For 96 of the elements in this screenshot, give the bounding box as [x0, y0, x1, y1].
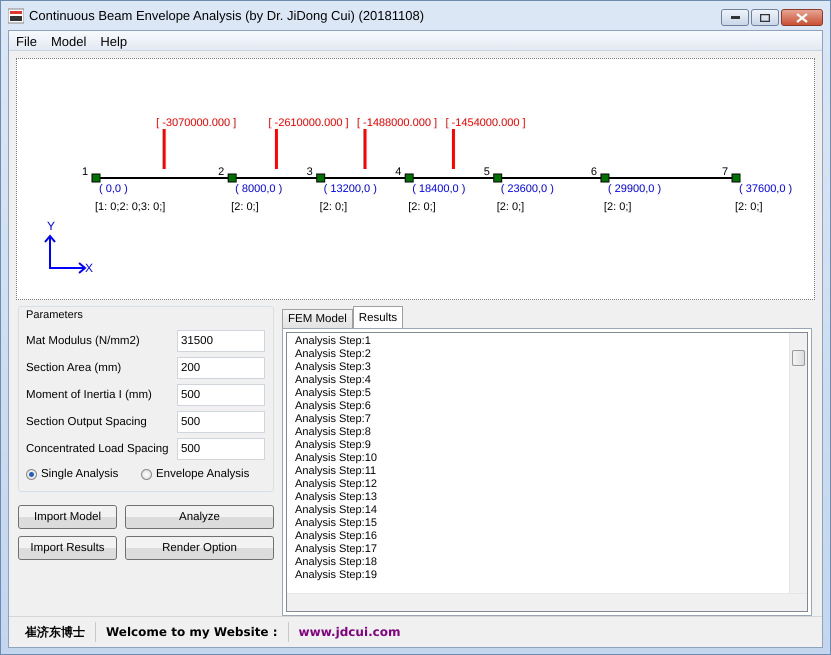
node-marker	[316, 174, 326, 182]
load-bar	[162, 129, 166, 169]
node-coordinate: ( 0,0 )	[99, 183, 128, 195]
tab[interactable]: FEM Model	[282, 309, 353, 328]
node-number: 4	[395, 166, 402, 178]
result-line: Analysis Step:11	[295, 465, 378, 478]
minimize-button[interactable]	[721, 9, 749, 26]
app-icon	[8, 8, 24, 24]
result-line: Analysis Step:12	[295, 478, 378, 491]
load-value: [ -1488000.000 ]	[356, 117, 438, 129]
field-label: Section Output Spacing	[26, 416, 148, 428]
field-label: Concentrated Load Spacing	[26, 442, 170, 454]
node-number: 1	[82, 166, 88, 178]
node-marker	[92, 174, 100, 182]
close-button[interactable]	[781, 9, 823, 26]
result-line: Analysis Step:15	[295, 517, 378, 530]
node-number: 7	[722, 166, 728, 178]
node-coordinate: ( 13200,0 )	[324, 183, 377, 195]
action-button[interactable]: Analyze	[125, 505, 274, 529]
maximize-icon	[760, 14, 770, 22]
radio-option[interactable]: Single Analysis	[26, 468, 141, 480]
node-restraint: [2: 0;]	[735, 201, 763, 213]
load-bar	[274, 129, 278, 169]
window-title: Continuous Beam Envelope Analysis (by Dr. JiDong Cui) (20181108)	[29, 8, 424, 23]
load-value: [ -2610000.000 ]	[268, 117, 349, 129]
result-line: Analysis Step:3	[295, 361, 372, 374]
node-marker	[404, 174, 414, 182]
node-marker	[600, 174, 610, 182]
action-button[interactable]: Import Results	[18, 536, 117, 560]
node-marker	[228, 174, 237, 182]
node-number: 2	[218, 166, 224, 178]
horizontal-scrollbar[interactable]	[287, 593, 807, 611]
node-coordinate: ( 29900,0 )	[608, 183, 662, 195]
maximize-button[interactable]	[751, 9, 779, 26]
welcome-text: Welcome to my Website :	[96, 622, 289, 642]
node-coordinate: ( 8000,0 )	[235, 183, 282, 195]
node-restraint: [2: 0;]	[604, 201, 632, 213]
menu-item[interactable]: Help	[93, 31, 134, 50]
field-label: Moment of Inertia I (mm)	[26, 388, 153, 400]
result-line: Analysis Step:5	[295, 387, 372, 400]
node-restraint: [1: 0;2: 0;3: 0;]	[95, 201, 166, 213]
input-field[interactable]: 31500	[177, 330, 265, 352]
node-restraint: [2: 0;]	[320, 201, 348, 213]
field-label: Mat Modulus (N/mm2)	[26, 334, 141, 346]
load-bar	[363, 129, 366, 169]
node-restraint: [2: 0;]	[408, 201, 436, 213]
radio-option[interactable]: Envelope Analysis	[141, 468, 256, 480]
field-label: Section Area (mm)	[26, 362, 122, 374]
axis-label: Y	[47, 219, 56, 233]
node-number: 6	[590, 166, 598, 178]
node-restraint: [2: 0;]	[496, 201, 524, 213]
radio-button[interactable]	[26, 468, 37, 480]
load-bar	[452, 129, 455, 169]
menu-item[interactable]: Model	[44, 31, 94, 50]
result-line: Analysis Step:9	[295, 439, 372, 452]
result-line: Analysis Step:14	[295, 504, 378, 517]
tab[interactable]: Results	[352, 306, 404, 328]
website-link[interactable]: www.jdcui.com	[288, 622, 410, 642]
result-line: Analysis Step:16	[295, 530, 378, 543]
x-axis-arrow	[49, 262, 87, 274]
input-field[interactable]: 500	[177, 384, 265, 406]
minimize-icon	[730, 16, 740, 20]
node-number: 5	[484, 166, 490, 178]
author-name: 崔济东博士	[15, 622, 96, 642]
action-button[interactable]: Render Option	[125, 536, 274, 560]
result-line: Analysis Step:7	[295, 413, 372, 426]
group-title: Parameters	[26, 309, 84, 321]
menu-item[interactable]: File	[9, 31, 44, 50]
result-line: Analysis Step:13	[295, 491, 378, 504]
action-button[interactable]: Import Model	[18, 505, 117, 529]
result-line: Analysis Step:10	[295, 452, 378, 465]
node-restraint: [2: 0;]	[231, 201, 259, 213]
result-line: Analysis Step:17	[295, 543, 378, 556]
axis-label: X	[85, 261, 94, 275]
result-line: Analysis Step:2	[295, 348, 372, 361]
result-line: Analysis Step:1	[295, 335, 372, 348]
result-line: Analysis Step:19	[295, 569, 378, 582]
node-marker	[493, 174, 502, 182]
vertical-scrollbar[interactable]	[789, 333, 807, 593]
result-line: Analysis Step:8	[295, 426, 372, 439]
radio-button[interactable]	[141, 468, 152, 480]
close-icon	[796, 12, 808, 22]
node-number: 3	[306, 166, 313, 178]
input-field[interactable]: 200	[177, 356, 265, 378]
node-coordinate: ( 18400,0 )	[412, 183, 466, 195]
node-coordinate: ( 37600,0 )	[739, 183, 792, 195]
input-field[interactable]: 500	[177, 410, 265, 432]
load-value: [ -3070000.000 ]	[156, 117, 236, 129]
node-marker	[732, 174, 740, 182]
result-line: Analysis Step:18	[295, 556, 378, 569]
result-line: Analysis Step:4	[295, 374, 372, 387]
y-axis-arrow	[44, 234, 56, 269]
node-coordinate: ( 23600,0 )	[500, 183, 554, 195]
result-line: Analysis Step:6	[295, 400, 372, 413]
input-field[interactable]: 500	[177, 438, 265, 460]
load-value: [ -1454000.000 ]	[445, 117, 526, 129]
